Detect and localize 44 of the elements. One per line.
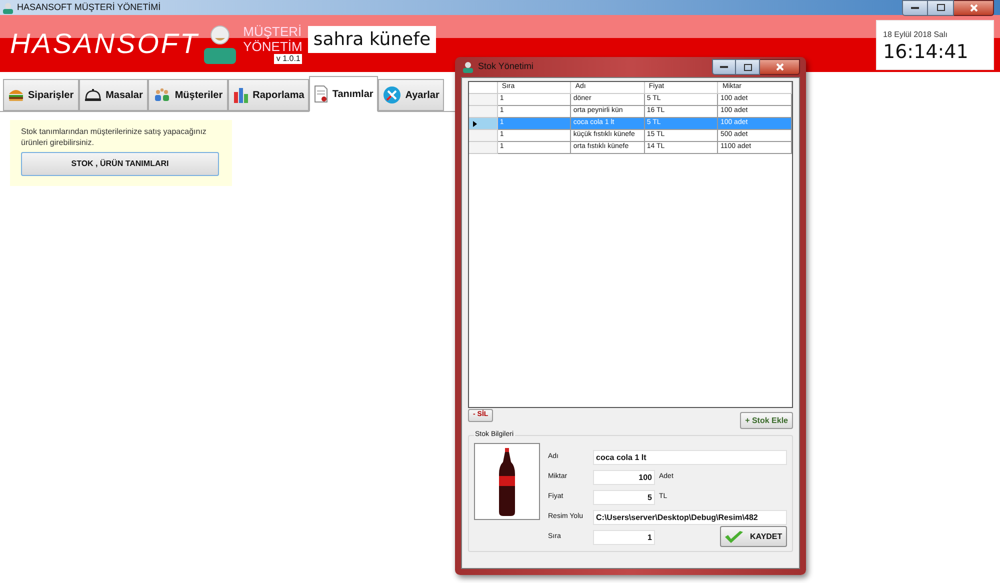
close-icon [970, 4, 978, 12]
minimize-button[interactable] [712, 59, 736, 75]
window-title: HASANSOFT MÜŞTERİ YÖNETİMİ [17, 0, 161, 14]
time-text: 16:14:41 [883, 40, 968, 62]
add-stock-button[interactable]: + Stok Ekle [740, 412, 793, 429]
business-name: sahra künefe [308, 26, 436, 53]
number-field[interactable]: 100 [593, 470, 655, 485]
close-icon [776, 63, 784, 71]
dialog-title: Stok Yönetimi [478, 60, 534, 74]
bell-icon [84, 88, 102, 102]
save-button[interactable]: KAYDET [720, 526, 787, 547]
minimize-button[interactable] [902, 0, 928, 16]
maximize-button[interactable] [736, 59, 760, 75]
document-icon [314, 85, 328, 103]
tab[interactable]: Tanımlar [309, 76, 378, 112]
brand-logo-text: HASANSOFT [10, 26, 200, 60]
row-pointer-icon [473, 120, 477, 126]
person-icon [462, 61, 474, 73]
number-field[interactable]: 1 [593, 530, 655, 545]
maximize-button[interactable] [928, 0, 954, 16]
stock-definitions-button[interactable]: STOK , ÜRÜN TANIMLARI [21, 152, 219, 176]
text-field[interactable]: C:\Users\server\Desktop\Debug\Resim\482 [593, 510, 787, 525]
date-text: 18 Eylül 2018 Salı [883, 28, 948, 40]
text-field[interactable]: coca cola 1 lt [593, 450, 787, 465]
number-field[interactable]: 5 [593, 490, 655, 505]
row-header[interactable] [469, 118, 498, 130]
tab[interactable]: Müşteriler [148, 79, 228, 111]
checkmark-icon [724, 530, 744, 544]
subtitle-text: YÖNETİM [243, 38, 302, 54]
subtitle-text: MÜŞTERİ [243, 24, 302, 38]
tab[interactable]: Raporlama [228, 79, 310, 111]
tools-icon [383, 86, 402, 104]
person-icon [2, 2, 14, 14]
bottle-drawing [498, 448, 516, 516]
close-button[interactable] [760, 59, 800, 75]
bar-chart-icon [232, 87, 249, 103]
tab[interactable]: Ayarlar [378, 79, 444, 111]
tab[interactable]: Masalar [78, 79, 148, 111]
version-label: v 1.0.1 [274, 54, 302, 64]
people-icon [152, 88, 171, 102]
info-text: Stok tanımlarından müşterilerinize satış yapacağınız ürünleri girebilirsiniz. [21, 126, 208, 148]
tab[interactable]: Siparişler [3, 79, 79, 111]
burger-icon [8, 88, 24, 102]
close-button[interactable] [954, 0, 994, 16]
